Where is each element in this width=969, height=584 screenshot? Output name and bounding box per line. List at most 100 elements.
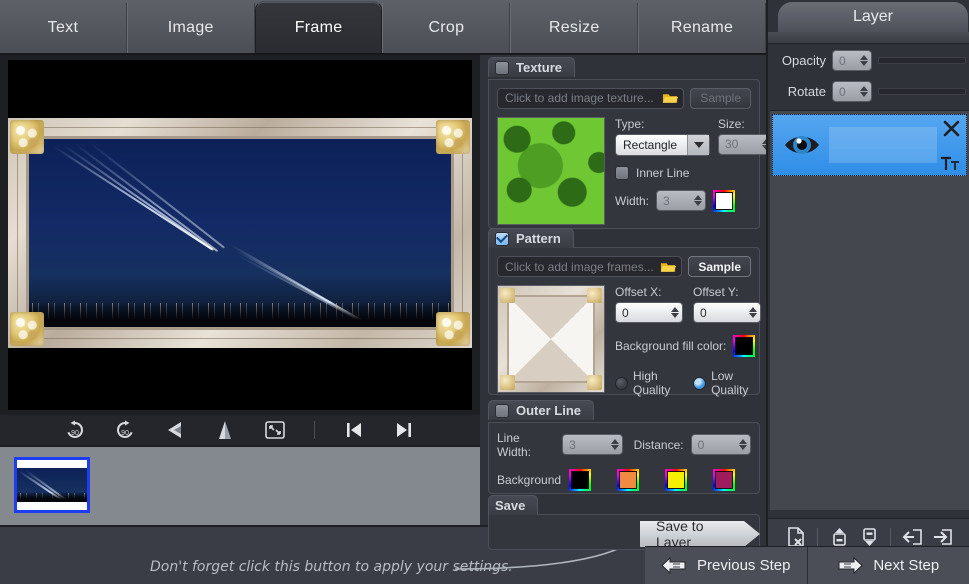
- tab-text[interactable]: Text: [0, 3, 127, 53]
- text-tool-icon[interactable]: [940, 155, 960, 172]
- spinner-arrows[interactable]: [860, 86, 868, 97]
- delete-layer-icon[interactable]: [784, 525, 808, 549]
- tab-frame[interactable]: Frame: [255, 1, 383, 53]
- save-to-layer-button[interactable]: Save to Layer: [640, 521, 760, 547]
- move-layer-down-icon[interactable]: [857, 525, 881, 549]
- texture-group-body: Click to add image texture... Sample Typ…: [488, 79, 760, 229]
- outer-line-group-body: Line Width: 3 Distance: 0 Background: [488, 422, 760, 494]
- inner-line-checkbox[interactable]: [615, 166, 629, 180]
- previous-step-button[interactable]: Previous Step: [645, 547, 808, 584]
- line-width-spinner[interactable]: 3: [562, 434, 622, 455]
- close-icon[interactable]: [943, 120, 960, 137]
- outer-line-group-header[interactable]: Outer Line: [488, 400, 594, 420]
- previous-image-icon[interactable]: [341, 418, 367, 442]
- inner-line-color-swatch[interactable]: [713, 190, 735, 212]
- offset-y-value: 0: [700, 306, 707, 320]
- background-fill-color-swatch[interactable]: [733, 335, 755, 357]
- framed-image-preview[interactable]: [8, 118, 472, 348]
- layer-list[interactable]: [770, 110, 969, 510]
- flip-horizontal-icon[interactable]: [212, 418, 238, 442]
- image-canvas[interactable]: [0, 55, 480, 415]
- flip-vertical-icon[interactable]: [162, 418, 188, 442]
- save-group: Save Save to Layer: [488, 495, 760, 550]
- tab-crop[interactable]: Crop: [382, 3, 510, 53]
- step-navigation-bar: Previous Step Next Step: [645, 546, 969, 584]
- rotate-right-90-icon[interactable]: 90: [112, 418, 138, 442]
- rotate-spinner[interactable]: 0: [832, 81, 872, 102]
- photo-area: [26, 136, 454, 330]
- outer-color-swatch-1[interactable]: [569, 469, 591, 491]
- pattern-enable-checkbox[interactable]: [495, 232, 509, 246]
- frame-settings-panel: Texture Click to add image texture... Sa…: [480, 55, 766, 525]
- tab-resize[interactable]: Resize: [510, 3, 638, 53]
- folder-open-icon[interactable]: [660, 260, 677, 274]
- merge-layer-left-icon[interactable]: [900, 525, 924, 549]
- low-quality-label: Low Quality: [711, 369, 761, 397]
- spinner-arrows[interactable]: [749, 307, 757, 318]
- texture-type-value: Rectangle: [616, 138, 687, 152]
- offset-y-spinner[interactable]: 0: [693, 302, 761, 323]
- texture-preview[interactable]: [497, 117, 605, 225]
- tab-rename[interactable]: Rename: [638, 3, 766, 53]
- spinner-arrows[interactable]: [611, 439, 619, 450]
- spinner-arrows[interactable]: [860, 55, 868, 66]
- folder-open-icon[interactable]: [662, 91, 679, 105]
- next-step-button[interactable]: Next Step: [808, 547, 969, 584]
- spinner-arrows[interactable]: [694, 195, 702, 206]
- thumbnail-item[interactable]: [14, 457, 90, 513]
- spinner-arrows[interactable]: [671, 307, 679, 318]
- tab-label: Resize: [549, 19, 600, 37]
- pattern-corner-icon: [587, 375, 602, 390]
- offset-x-spinner[interactable]: 0: [615, 302, 683, 323]
- high-quality-radio[interactable]: [615, 377, 628, 390]
- spinner-arrows[interactable]: [739, 439, 747, 450]
- texture-sample-button[interactable]: Sample: [690, 88, 751, 109]
- pattern-preview-inner: [507, 295, 595, 383]
- outer-color-swatch-2[interactable]: [617, 469, 639, 491]
- pattern-group-header[interactable]: Pattern: [488, 228, 574, 248]
- texture-path-row: Click to add image texture... Sample: [497, 88, 751, 109]
- outer-color-swatch-4[interactable]: [713, 469, 735, 491]
- merge-layer-right-icon[interactable]: [930, 525, 954, 549]
- texture-path-input[interactable]: Click to add image texture...: [497, 88, 684, 109]
- move-layer-up-icon[interactable]: [827, 525, 851, 549]
- texture-width-value: 3: [663, 194, 670, 208]
- outer-background-label: Background: [497, 473, 561, 487]
- distance-spinner[interactable]: 0: [691, 434, 751, 455]
- pattern-group: Pattern Click to add image frames... Sam…: [488, 228, 760, 395]
- thumbnail-strip[interactable]: [0, 445, 480, 525]
- pattern-preview[interactable]: [497, 285, 605, 393]
- rotate-left-90-icon[interactable]: 90: [62, 418, 88, 442]
- texture-group-header[interactable]: Texture: [488, 57, 575, 77]
- outer-color-swatch-3[interactable]: [665, 469, 687, 491]
- background-fill-color-label: Background fill color:: [615, 339, 726, 353]
- layer-list-item[interactable]: [772, 114, 967, 176]
- rotate-slider[interactable]: [878, 88, 966, 95]
- opacity-spinner[interactable]: 0: [832, 50, 872, 71]
- next-step-label: Next Step: [873, 557, 939, 574]
- fit-to-screen-icon[interactable]: [262, 418, 288, 442]
- toolbar-divider: [314, 421, 315, 439]
- texture-enable-checkbox[interactable]: [495, 61, 509, 75]
- layer-tab-strip: [768, 32, 969, 44]
- texture-group-title: Texture: [516, 60, 562, 75]
- texture-type-select[interactable]: Rectangle: [615, 134, 710, 156]
- line-width-label: Line Width:: [497, 431, 555, 459]
- ornate-frame-border: [8, 118, 472, 348]
- svg-text:90: 90: [121, 430, 129, 437]
- pattern-sample-button[interactable]: Sample: [688, 256, 751, 277]
- frame-corner-ornament-icon: [436, 312, 470, 346]
- chevron-down-icon[interactable]: [687, 135, 709, 155]
- pattern-path-input[interactable]: Click to add image frames...: [497, 256, 682, 277]
- next-image-icon[interactable]: [391, 418, 417, 442]
- tab-layer[interactable]: Layer: [778, 2, 968, 32]
- pattern-corner-icon: [587, 288, 602, 303]
- texture-width-spinner[interactable]: 3: [656, 190, 706, 211]
- texture-size-value: 30: [725, 137, 738, 151]
- eye-icon[interactable]: [783, 131, 821, 159]
- opacity-slider[interactable]: [878, 57, 966, 64]
- outer-line-enable-checkbox[interactable]: [495, 404, 509, 418]
- texture-path-placeholder: Click to add image texture...: [505, 91, 662, 105]
- low-quality-radio[interactable]: [693, 377, 706, 390]
- tab-image[interactable]: Image: [127, 3, 255, 53]
